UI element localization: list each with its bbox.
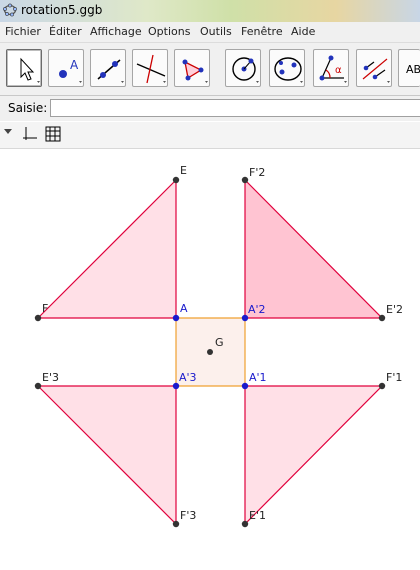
point-F2[interactable] — [241, 176, 249, 184]
axes-toggle-icon[interactable] — [22, 126, 38, 142]
perpendicular-tool-button[interactable] — [132, 49, 168, 87]
triangle-rotation-3[interactable] — [36, 385, 177, 526]
input-field[interactable] — [50, 99, 420, 117]
style-bar — [0, 122, 420, 149]
point-A[interactable] — [172, 314, 180, 322]
triangle-rotation-2[interactable] — [244, 178, 384, 319]
polygon-icon — [182, 59, 208, 83]
point-G[interactable] — [207, 349, 213, 355]
label-E3: E'3 — [42, 371, 59, 384]
grid-toggle-icon[interactable] — [45, 126, 61, 142]
point-tool-button[interactable]: A — [48, 49, 84, 87]
label-A3: A'3 — [179, 371, 197, 384]
menu-fichier[interactable]: Fichier — [5, 25, 41, 38]
toolbar: A α AB — [0, 43, 420, 96]
move-tool-button[interactable] — [6, 49, 42, 87]
line-icon — [97, 59, 124, 83]
vector-icon — [362, 58, 390, 83]
menu-outils[interactable]: Outils — [200, 25, 232, 38]
angle-tool-button[interactable]: α — [313, 49, 349, 87]
label-F1: F'1 — [386, 371, 402, 384]
label-E1: E'1 — [249, 509, 266, 522]
point-E3[interactable] — [34, 382, 42, 390]
window-title: rotation5.ggb — [21, 3, 103, 17]
menu-editer[interactable]: Éditer — [49, 25, 82, 38]
text-tool-label: ABC — [406, 63, 420, 76]
line-tool-button[interactable] — [90, 49, 126, 87]
polygon-tool-button[interactable] — [174, 49, 210, 87]
menu-options[interactable]: Options — [148, 25, 190, 38]
geometry-canvas[interactable]: E F A F'2 E'2 A'2 E'3 F'3 A'3 F'1 E'1 A'… — [0, 149, 420, 566]
point-F1[interactable] — [378, 382, 386, 390]
triangle-rotation-1[interactable] — [244, 385, 384, 526]
triangle-original[interactable] — [36, 178, 177, 319]
geogebra-logo-icon — [3, 3, 17, 17]
cursor-arrow-icon — [20, 57, 40, 83]
label-E: E — [180, 164, 187, 177]
point-E2[interactable] — [378, 314, 386, 322]
menu-aide[interactable]: Aide — [291, 25, 315, 38]
svg-text:A: A — [70, 58, 79, 72]
perpendicular-line-icon — [136, 54, 166, 84]
menu-fenetre[interactable]: Fenêtre — [241, 25, 283, 38]
menu-bar: Fichier Éditer Affichage Options Outils … — [0, 22, 420, 43]
menu-affichage[interactable]: Affichage — [90, 25, 142, 38]
label-G: G — [215, 336, 224, 349]
input-bar: Saisie: — [0, 96, 420, 121]
label-A2: A'2 — [248, 303, 266, 316]
label-F2: F'2 — [249, 166, 265, 179]
input-label: Saisie: — [8, 101, 48, 115]
title-bar: rotation5.ggb — [0, 0, 420, 22]
text-tool-button[interactable]: ABC — [398, 49, 420, 87]
point-A1[interactable] — [241, 382, 249, 390]
label-E2: E'2 — [386, 303, 403, 316]
point-icon: A — [59, 58, 82, 83]
reflect-tool-button[interactable] — [356, 49, 392, 87]
point-F[interactable] — [34, 314, 42, 322]
point-E[interactable] — [172, 176, 180, 184]
ellipse-icon — [274, 57, 303, 83]
conic-tool-button[interactable] — [269, 49, 305, 87]
graphics-view[interactable]: E F A F'2 E'2 A'2 E'3 F'3 A'3 F'1 E'1 A'… — [0, 149, 420, 566]
label-F3: F'3 — [180, 509, 196, 522]
circle-icon — [232, 57, 259, 83]
label-F: F — [42, 302, 48, 315]
triangle-toggle-icon[interactable] — [3, 127, 13, 135]
label-A1: A'1 — [249, 371, 267, 384]
point-F3[interactable] — [172, 520, 180, 528]
angle-icon: α — [319, 55, 347, 83]
label-A: A — [180, 302, 188, 315]
circle-tool-button[interactable] — [225, 49, 261, 87]
point-E1[interactable] — [241, 520, 249, 528]
svg-text:α: α — [335, 65, 342, 76]
